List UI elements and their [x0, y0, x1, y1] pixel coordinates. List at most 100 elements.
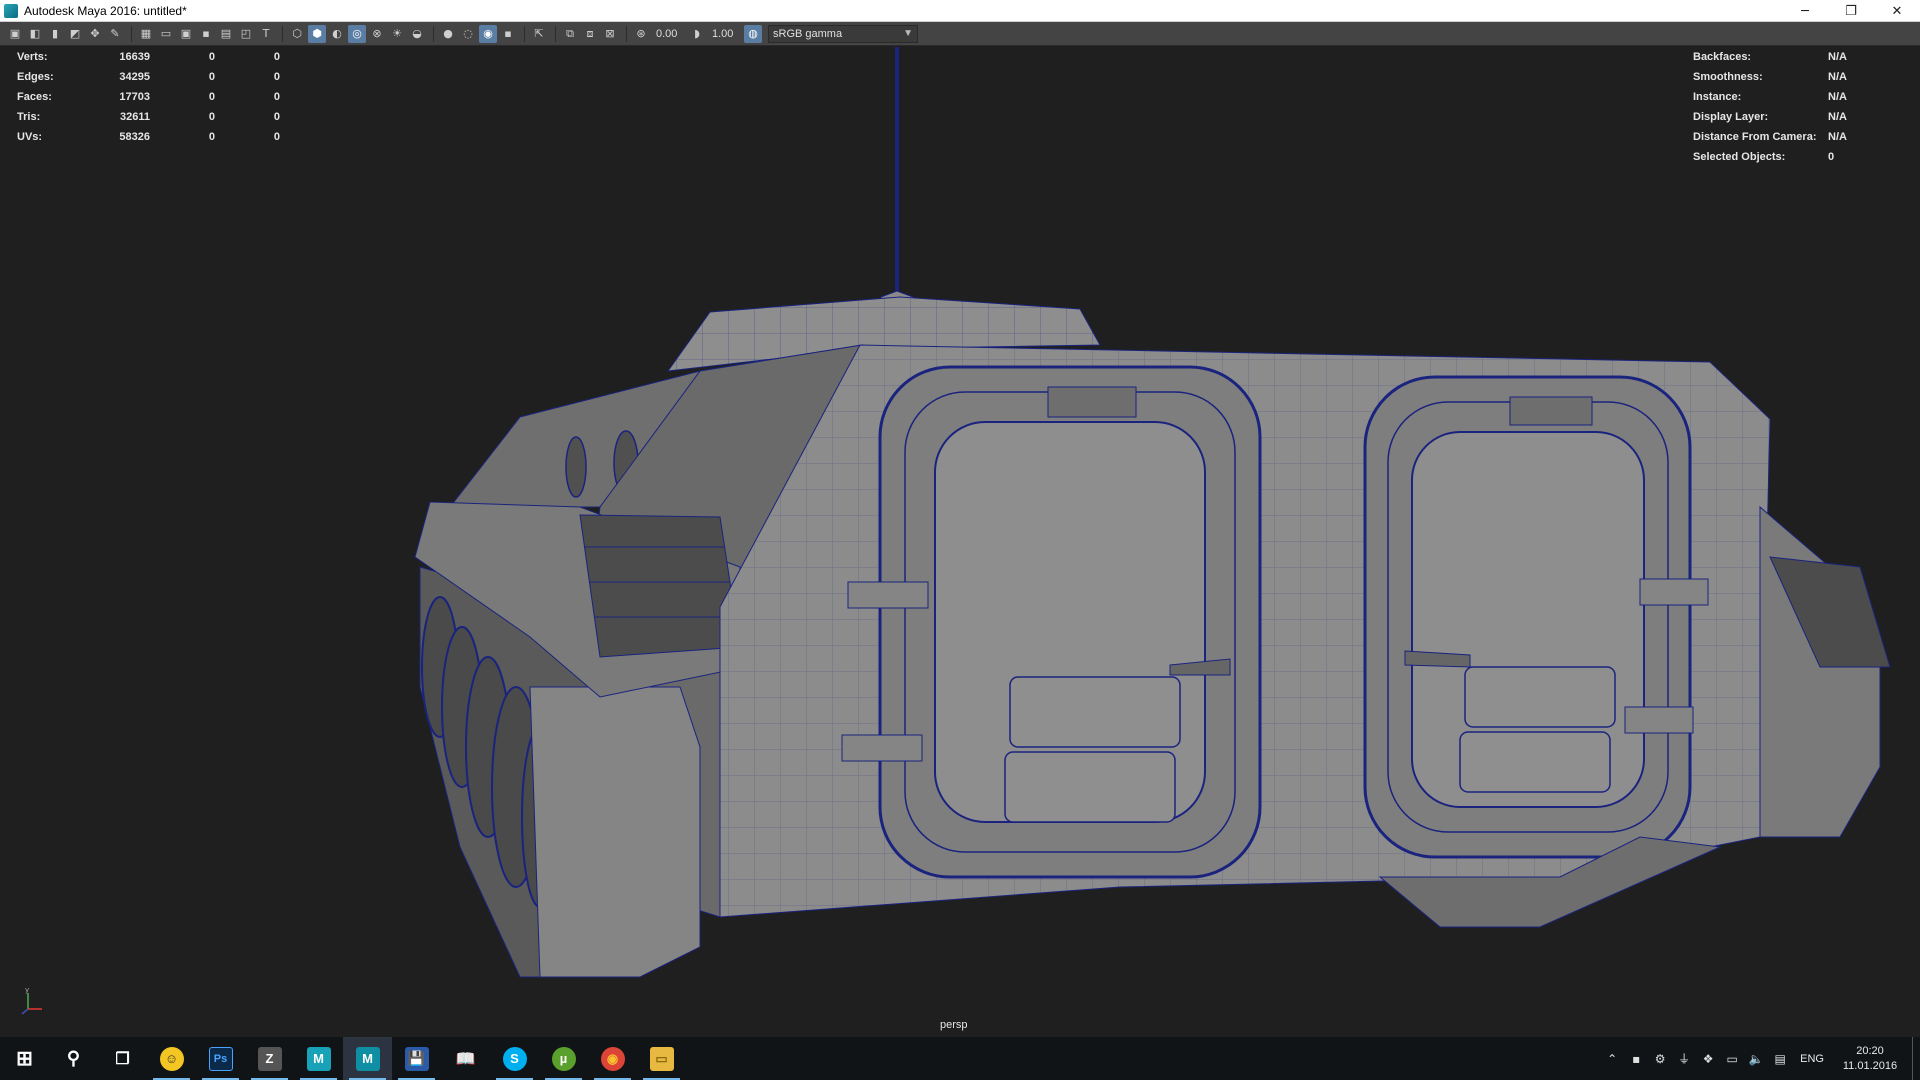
isolate-select-icon[interactable]: ⇱	[530, 25, 548, 43]
close-icon[interactable]: ✕	[1874, 0, 1920, 22]
language-indicator[interactable]: ENG	[1792, 1053, 1832, 1065]
photoshop-icon: Ps	[208, 1046, 233, 1071]
xray-components-icon[interactable]: ⊠	[601, 25, 619, 43]
hud-label: Verts:	[17, 51, 48, 63]
wireframe-on-shaded-icon[interactable]: ◎	[348, 24, 366, 43]
hud-edges-row: Edges: 34295 0 0	[17, 67, 280, 87]
windows-logo-icon: ⊞	[16, 1048, 33, 1070]
shadows-icon[interactable]: ◒	[408, 25, 426, 43]
hud-value: 0	[208, 71, 215, 83]
skype-icon: S	[502, 1046, 527, 1071]
restore-icon[interactable]: ❐	[1828, 0, 1874, 22]
clock[interactable]: 20:20 11.01.2016	[1832, 1044, 1908, 1074]
wireframe-icon[interactable]: ⬡	[288, 25, 306, 43]
resolution-gate-icon[interactable]: ▣	[177, 25, 195, 43]
maya-icon: M	[355, 1046, 380, 1071]
anti-aliasing-icon[interactable]: ◉	[479, 24, 497, 43]
hud-label: Smoothness:	[1693, 71, 1763, 83]
hud-uvs-row: UVs: 58326 0 0	[17, 127, 280, 147]
hud-value: 16639	[119, 51, 150, 63]
tray-network-app-icon[interactable]: ⚙	[1648, 1037, 1672, 1080]
clock-date: 11.01.2016	[1842, 1059, 1898, 1072]
safe-action-icon[interactable]: ◰	[237, 25, 255, 43]
xray-joints-icon[interactable]: ⧉	[561, 25, 579, 43]
hud-label: Instance:	[1693, 91, 1742, 103]
chrome-icon: ◉	[600, 1046, 625, 1071]
poly-count-hud: Verts: 16639 0 0 Edges: 34295 0 0 Faces:…	[17, 47, 280, 147]
smooth-shade-icon[interactable]: ⬢	[308, 24, 326, 43]
exposure-icon[interactable]: ⊛	[632, 25, 650, 43]
hud-selected-row: Selected Objects: 0	[1693, 147, 1868, 167]
smiley-app-icon: ☺	[159, 1046, 184, 1071]
exposure-field[interactable]: 0.00	[652, 26, 688, 42]
tray-app-icon[interactable]: ▪	[1624, 1037, 1648, 1080]
front-hatch-left	[878, 365, 1262, 879]
taskbar-app-maya[interactable]: M	[343, 1037, 392, 1080]
hud-backfaces-row: Backfaces: N/A	[1693, 47, 1868, 67]
taskbar-app-photoshop[interactable]: Ps	[196, 1037, 245, 1080]
camera-select-icon[interactable]: ▣	[6, 25, 24, 43]
taskbar-app-zbrush[interactable]: Z	[245, 1037, 294, 1080]
hud-value: N/A	[1828, 131, 1847, 143]
motion-blur-icon[interactable]: ◌	[459, 25, 477, 43]
safe-title-icon[interactable]: T	[257, 25, 275, 43]
film-gate-icon[interactable]: ▭	[157, 25, 175, 43]
windows-taskbar: ⊞ ⚲ ❐ ☺ Ps Z M M 💾 📖 S µ ◉ ▭ ⌃ ▪ ⚙ ⏚ ❖ ▭…	[0, 1037, 1920, 1080]
toolbar-separator	[626, 25, 627, 42]
start-button[interactable]: ⊞	[0, 1037, 49, 1080]
show-hidden-icons-chevron-icon[interactable]: ⌃	[1600, 1037, 1624, 1080]
view-transform-dropdown[interactable]: sRGB gamma ▼	[768, 24, 918, 43]
task-view-button[interactable]: ❐	[98, 1037, 147, 1080]
taskbar-app-utorrent[interactable]: µ	[539, 1037, 588, 1080]
taskbar-app-skype[interactable]: S	[490, 1037, 539, 1080]
xray-active-components-icon[interactable]: ⧈	[581, 25, 599, 43]
search-button[interactable]: ⚲	[49, 1037, 98, 1080]
hud-label: Tris:	[17, 111, 41, 123]
bookmark-icon[interactable]: ▮	[46, 25, 64, 43]
hud-smoothness-row: Smoothness: N/A	[1693, 67, 1868, 87]
depth-of-field-icon[interactable]: ▪	[499, 25, 517, 43]
gamma-field[interactable]: 1.00	[708, 26, 744, 42]
network-icon[interactable]: ▭	[1720, 1037, 1744, 1080]
minimize-icon[interactable]: ─	[1782, 0, 1828, 22]
panel-toolbar: ▣ ◧ ▮ ◩ ✥ ✎ ▦ ▭ ▣ ▪ ▤ ◰ T ⬡ ⬢ ◐ ◎ ⊗ ☀ ◒ …	[0, 22, 1920, 46]
taskbar-app-emoji[interactable]: ☺	[147, 1037, 196, 1080]
usb-icon[interactable]: ⏚	[1672, 1037, 1696, 1080]
use-default-material-icon[interactable]: ◐	[328, 25, 346, 43]
toolbar-separator	[524, 25, 525, 42]
field-chart-icon[interactable]: ▤	[217, 25, 235, 43]
taskbar-app-reader[interactable]: 📖	[441, 1037, 490, 1080]
tank-model-render	[414, 47, 1891, 978]
xray-icon[interactable]: ⊗	[368, 25, 386, 43]
screen-space-ao-icon[interactable]: ●	[439, 25, 457, 43]
hud-value: 0	[273, 131, 280, 143]
perspective-viewport[interactable]: Verts: 16639 0 0 Edges: 34295 0 0 Faces:…	[0, 47, 1920, 1037]
hud-distance-row: Distance From Camera: N/A	[1693, 127, 1868, 147]
zbrush-icon: Z	[257, 1046, 282, 1071]
grid-icon[interactable]: ▦	[137, 25, 155, 43]
taskbar-app-chrome[interactable]: ◉	[588, 1037, 637, 1080]
image-plane-icon[interactable]: ◩	[66, 25, 84, 43]
taskbar-app-save[interactable]: 💾	[392, 1037, 441, 1080]
maya-app-icon	[4, 3, 18, 18]
taskbar-app-maya-alt[interactable]: M	[294, 1037, 343, 1080]
gate-mask-icon[interactable]: ▪	[197, 25, 215, 43]
grease-pencil-icon[interactable]: ✎	[106, 25, 124, 43]
floppy-disk-icon: 💾	[404, 1046, 429, 1071]
volume-icon[interactable]: 🔈	[1744, 1037, 1768, 1080]
hud-label: UVs:	[17, 131, 43, 143]
task-view-icon: ❐	[115, 1050, 130, 1068]
axis-gizmo-icon: y	[21, 987, 42, 1015]
use-all-lights-icon[interactable]: ☀	[388, 25, 406, 43]
show-desktop-button[interactable]	[1912, 1037, 1920, 1080]
camera-attributes-icon[interactable]: ◧	[26, 25, 44, 43]
notification-icon[interactable]: ▤	[1768, 1037, 1792, 1080]
color-management-icon[interactable]: ◍	[744, 24, 762, 43]
hud-label: Backfaces:	[1693, 51, 1752, 63]
dropbox-icon[interactable]: ❖	[1696, 1037, 1720, 1080]
hud-display-layer-row: Display Layer: N/A	[1693, 107, 1868, 127]
taskbar-app-file-explorer[interactable]: ▭	[637, 1037, 686, 1080]
2d-pan-icon[interactable]: ✥	[86, 25, 104, 43]
gamma-icon[interactable]: ◗	[688, 25, 706, 43]
hud-value: 32611	[120, 111, 150, 123]
